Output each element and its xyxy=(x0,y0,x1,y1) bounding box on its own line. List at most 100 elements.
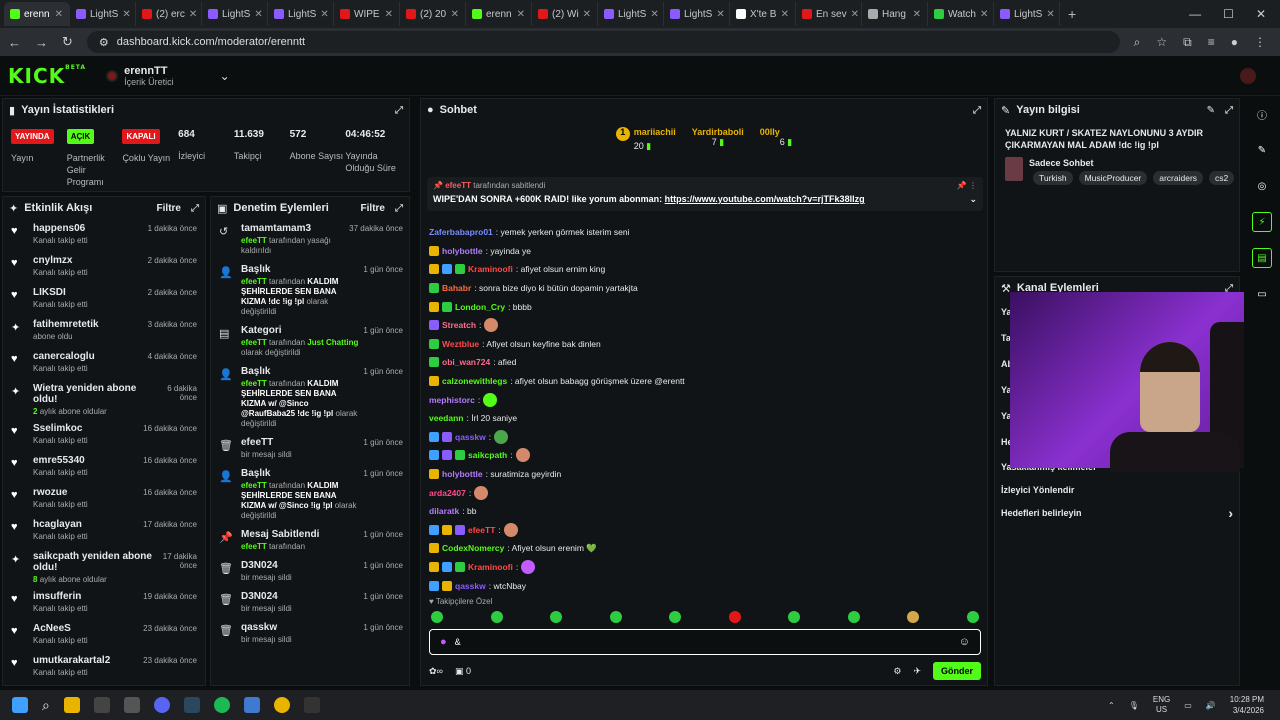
media-icon[interactable]: ≡ xyxy=(1208,35,1215,50)
app-icon[interactable] xyxy=(243,697,260,713)
emote[interactable] xyxy=(907,611,920,623)
tab-close-icon[interactable]: ✕ xyxy=(451,9,459,20)
browser-tab[interactable]: LightS ✕ xyxy=(598,2,664,26)
pencil-icon[interactable]: ✎ xyxy=(1252,140,1272,160)
browser-tab[interactable]: LightS ✕ xyxy=(70,2,136,26)
url-field[interactable]: ⚙ dashboard.kick.com/moderator/erenntt xyxy=(86,31,1120,53)
mod-filter-button[interactable]: Filtre xyxy=(361,203,385,214)
browser-tab[interactable]: LightS ✕ xyxy=(664,2,730,26)
tab-close-icon[interactable]: ✕ xyxy=(1046,9,1054,20)
browser-tab[interactable]: Hang ✕ xyxy=(862,2,928,26)
emoji-icon[interactable]: ☺ xyxy=(959,636,970,648)
mic-icon[interactable]: ● xyxy=(440,636,447,648)
browser-tab[interactable]: LightS ✕ xyxy=(994,2,1060,26)
minimize-icon[interactable]: — xyxy=(1189,7,1201,21)
chat-username[interactable]: arda2407 xyxy=(429,488,466,498)
tab-close-icon[interactable]: ✕ xyxy=(583,9,591,20)
profile-icon[interactable]: ● xyxy=(1231,35,1238,50)
popout-icon[interactable]: ⤢ xyxy=(395,203,403,214)
channel-action-item[interactable]: İzleyici Yönlendir xyxy=(995,478,1239,501)
steam-icon[interactable] xyxy=(183,697,200,713)
browser-tab[interactable]: WIPE ✕ xyxy=(334,2,400,26)
store-icon[interactable] xyxy=(93,697,110,713)
chevron-down-icon[interactable]: ⌄ xyxy=(969,194,977,205)
user-avatar[interactable] xyxy=(1240,68,1256,84)
tab-close-icon[interactable]: ✕ xyxy=(254,9,262,20)
spotify-icon[interactable] xyxy=(213,697,230,713)
obs-icon[interactable] xyxy=(303,697,320,713)
emote[interactable] xyxy=(431,611,443,623)
tab-close-icon[interactable]: ✕ xyxy=(650,9,658,20)
browser-tab[interactable]: (2) erc ✕ xyxy=(136,2,202,26)
mic-tray-icon[interactable]: 🎙 xyxy=(1129,701,1139,710)
volume-icon[interactable]: 🔊 xyxy=(1206,701,1216,710)
emote[interactable] xyxy=(728,611,741,623)
tab-close-icon[interactable]: ✕ xyxy=(122,9,130,20)
popout-icon[interactable]: ⤢ xyxy=(973,105,981,116)
search-icon[interactable]: ⌕ xyxy=(42,697,50,714)
channel-action-item[interactable]: Hedefleri belirleyin › xyxy=(995,501,1239,524)
tab-close-icon[interactable]: ✕ xyxy=(517,9,525,20)
zoom-icon[interactable]: ⌕ xyxy=(1134,35,1141,50)
clock[interactable]: 10:28 PM 3/4/2026 xyxy=(1230,694,1264,716)
close-window-icon[interactable]: ✕ xyxy=(1256,7,1266,21)
tab-close-icon[interactable]: ✕ xyxy=(320,9,328,20)
chat-username[interactable]: Zaferbabapro01 xyxy=(429,227,493,237)
discord-icon[interactable] xyxy=(153,697,170,713)
tab-close-icon[interactable]: ✕ xyxy=(913,9,921,20)
chat-username[interactable]: Kraminoofi xyxy=(468,562,513,572)
popout-icon[interactable]: ⤢ xyxy=(191,203,199,214)
menu-icon[interactable]: ⋮ xyxy=(1254,35,1266,50)
points-icon[interactable]: ✿∞ xyxy=(429,666,443,677)
browser-tab[interactable]: erenn ✕ xyxy=(4,2,70,26)
pin-options-icon[interactable]: 📌 ⋮ xyxy=(957,181,977,190)
emote[interactable] xyxy=(490,611,503,623)
chat-username[interactable]: qasskw xyxy=(455,432,486,442)
tab-close-icon[interactable]: ✕ xyxy=(189,9,197,20)
browser-tab[interactable]: LightS ✕ xyxy=(202,2,268,26)
stream-tag[interactable]: arcraiders xyxy=(1153,171,1204,185)
stream-tag[interactable]: cs2 xyxy=(1209,171,1235,185)
chrome-icon[interactable] xyxy=(273,697,290,713)
chat-username[interactable]: dilaratk xyxy=(429,506,459,516)
browser-tab[interactable]: erenn ✕ xyxy=(466,2,532,26)
chat-username[interactable]: saikcpath xyxy=(468,450,507,460)
back-icon[interactable]: ← xyxy=(8,35,21,50)
forward-icon[interactable]: → xyxy=(35,35,48,50)
tab-close-icon[interactable]: ✕ xyxy=(716,9,724,20)
pinned-link[interactable]: https://www.youtube.com/watch?v=rjTFk38l… xyxy=(665,194,865,204)
chat-input[interactable]: ● & ☺ xyxy=(429,629,981,655)
browser-tab[interactable]: Watch ✕ xyxy=(928,2,994,26)
browser-tab[interactable]: (2) Wi ✕ xyxy=(532,2,598,26)
chat-username[interactable]: Bahabr xyxy=(442,283,471,293)
emote[interactable] xyxy=(788,611,801,623)
chat-username[interactable]: holybottle xyxy=(442,469,483,479)
browser-tab[interactable]: (2) 20 ✕ xyxy=(400,2,466,26)
maximize-icon[interactable]: ☐ xyxy=(1223,7,1234,21)
emote[interactable] xyxy=(966,611,979,623)
chat-username[interactable]: CodexNomercy xyxy=(442,543,504,553)
chat-username[interactable]: holybottle xyxy=(442,246,483,256)
chat-username[interactable]: Streatch xyxy=(442,320,476,330)
chat-bubble-icon[interactable]: ▭ xyxy=(1252,284,1272,304)
extensions-icon[interactable]: ⧉ xyxy=(1183,35,1192,50)
pinned-message[interactable]: 📌 efeeTT tarafından sabitlendi 📌 ⋮ WIPE'D… xyxy=(427,177,983,211)
kick-logo[interactable]: KICKBETA xyxy=(8,64,86,88)
file-explorer-icon[interactable] xyxy=(63,697,80,713)
tab-close-icon[interactable]: ✕ xyxy=(55,9,63,20)
tab-close-icon[interactable]: ✕ xyxy=(385,9,393,20)
tab-close-icon[interactable]: ✕ xyxy=(781,9,789,20)
target-icon[interactable]: ◎ xyxy=(1252,176,1272,196)
popout-icon[interactable]: ⤢ xyxy=(395,105,403,116)
popout-icon[interactable]: ⤢ xyxy=(1225,105,1233,116)
chat-username[interactable]: London_Cry xyxy=(455,302,505,312)
reload-icon[interactable]: ↻ xyxy=(62,34,73,50)
emote[interactable] xyxy=(609,611,622,623)
chat-username[interactable]: mephistorc xyxy=(429,395,475,405)
channel-switcher[interactable]: erennTT İçerik Üretici ⌄ xyxy=(106,65,230,87)
emote[interactable] xyxy=(550,611,563,623)
chat-username[interactable]: efeeTT xyxy=(468,525,495,535)
browser-tab[interactable]: En sev ✕ xyxy=(796,2,862,26)
bolt-icon[interactable]: ⚡ xyxy=(1252,212,1272,232)
windows-start-icon[interactable] xyxy=(12,697,28,713)
